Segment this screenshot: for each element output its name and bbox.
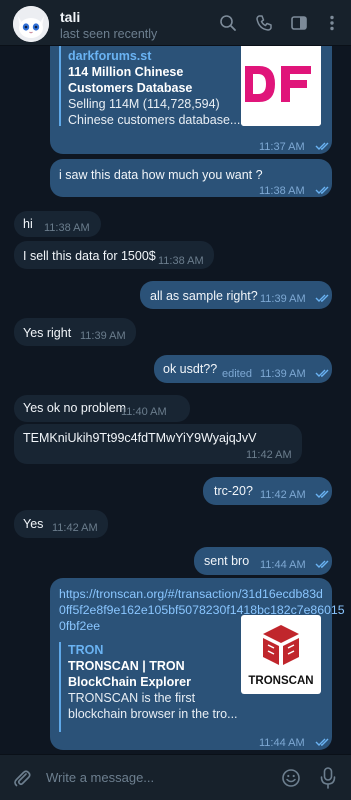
link-line[interactable]: https://tronscan.org/#/transaction/31d16…: [59, 586, 345, 602]
message-time: 11:37 AM: [259, 141, 305, 153]
message-bubble[interactable]: sent bro 11:44 AM: [194, 547, 332, 575]
message-bubble[interactable]: I sell this data for 1500$ 11:38 AM: [14, 241, 214, 269]
message-time: 11:39 AM: [80, 330, 126, 342]
preview-description: blockchain browser in the tro...: [68, 707, 238, 721]
preview-description: Chinese customers database....: [68, 113, 244, 127]
preview-image-df-logo[interactable]: [241, 38, 321, 126]
preview-site: TRON: [68, 643, 104, 657]
preview-site: darkforums.st: [68, 49, 152, 63]
message-time: 11:42 AM: [246, 449, 292, 461]
message-time: 11:40 AM: [121, 406, 167, 418]
preview-description: Selling 114M (114,728,594): [68, 97, 220, 111]
message-text: TEMKniUkih9Tt99c4fdTMwYiY9WyajqJvV: [23, 431, 257, 445]
search-icon[interactable]: [219, 14, 237, 32]
message-time: 11:39 AM: [260, 293, 306, 305]
phone-icon[interactable]: [255, 14, 273, 32]
message-time: 11:38 AM: [158, 255, 204, 267]
message-bubble[interactable]: TEMKniUkih9Tt99c4fdTMwYiY9WyajqJvV 11:42…: [14, 424, 302, 464]
emoji-icon[interactable]: [281, 768, 301, 788]
message-bubble[interactable]: ok usdt?? edited 11:39 AM: [154, 355, 332, 383]
message-bubble[interactable]: darkforums.st 114 Million Chinese Custom…: [50, 28, 332, 154]
message-text: i saw this data how much you want ?: [59, 168, 263, 182]
message-bubble[interactable]: Yes 11:42 AM: [14, 510, 108, 538]
message-text: Yes ok no problem: [23, 401, 127, 415]
message-time: 11:42 AM: [260, 489, 306, 501]
preview-title: 114 Million Chinese: [68, 65, 184, 79]
message-text: sent bro: [204, 554, 250, 568]
preview-image-caption: TRONSCAN: [248, 675, 314, 687]
message-composer: Write a message...: [0, 754, 351, 800]
chat-header: tali last seen recently: [0, 0, 351, 46]
double-check-icon: [315, 560, 329, 568]
double-check-icon: [315, 738, 329, 746]
mic-icon[interactable]: [318, 766, 338, 790]
preview-title: BlockChain Explorer: [68, 675, 191, 689]
preview-image-tronscan-logo[interactable]: TRONSCAN: [241, 615, 321, 694]
preview-title: Customers Database: [68, 81, 193, 95]
message-text: Yes: [23, 517, 44, 531]
message-bubble[interactable]: all as sample right? 11:39 AM: [140, 281, 332, 309]
message-text: hi: [23, 217, 33, 231]
message-bubble[interactable]: trc-20? 11:42 AM: [203, 477, 332, 505]
preview-title: TRONSCAN | TRON: [68, 659, 185, 673]
message-text: trc-20?: [214, 484, 253, 498]
avatar[interactable]: [13, 6, 49, 42]
double-check-icon: [315, 142, 329, 150]
message-bubble[interactable]: hi 11:38 AM: [14, 211, 101, 237]
chat-status: last seen recently: [60, 27, 158, 41]
message-input[interactable]: Write a message...: [46, 770, 154, 785]
double-check-icon: [315, 186, 329, 194]
attach-icon[interactable]: [12, 768, 32, 788]
message-time: 11:42 AM: [52, 522, 98, 534]
chat-title[interactable]: tali: [60, 9, 80, 25]
link-preview[interactable]: TRON TRONSCAN | TRON BlockChain Explorer…: [59, 642, 239, 732]
message-time: 11:44 AM: [259, 737, 305, 749]
message-bubble[interactable]: Yes right 11:39 AM: [14, 318, 136, 346]
message-time: 11:44 AM: [260, 559, 306, 571]
more-icon[interactable]: [323, 14, 341, 32]
double-check-icon: [315, 294, 329, 302]
message-bubble[interactable]: https://tronscan.org/#/transaction/31d16…: [50, 578, 345, 750]
preview-description: TRONSCAN is the first: [68, 691, 196, 705]
message-text: I sell this data for 1500$: [23, 249, 156, 263]
message-text: Yes right: [23, 326, 72, 340]
message-text: all as sample right?: [150, 289, 258, 303]
message-time: 11:38 AM: [259, 185, 305, 197]
double-check-icon: [315, 369, 329, 377]
message-time: 11:39 AM: [260, 368, 306, 380]
message-text: ok usdt??: [163, 362, 218, 376]
double-check-icon: [315, 490, 329, 498]
message-bubble[interactable]: Yes ok no problem 11:40 AM: [14, 395, 190, 422]
message-edited: edited: [222, 368, 252, 380]
sidebar-icon[interactable]: [290, 14, 308, 32]
message-bubble[interactable]: i saw this data how much you want ? 11:3…: [50, 159, 332, 197]
message-time: 11:38 AM: [44, 222, 90, 234]
